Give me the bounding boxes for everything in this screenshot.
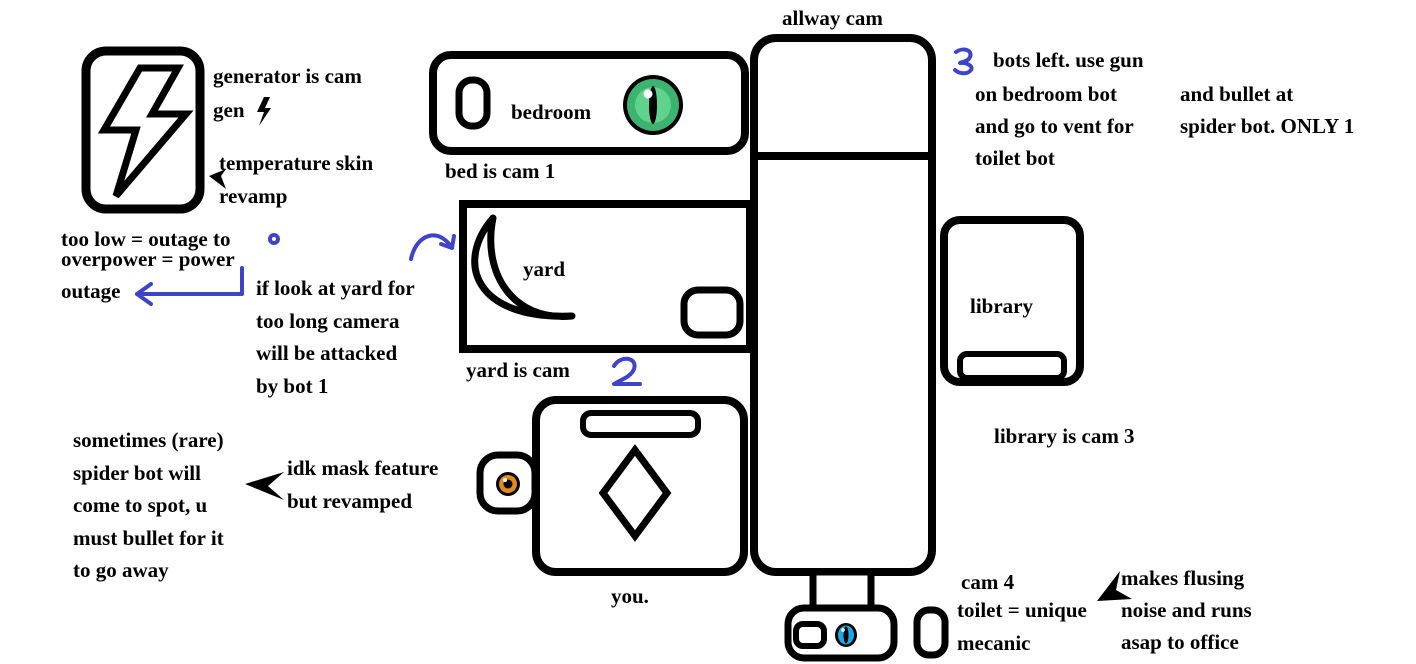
handwritten-three [953, 47, 974, 76]
yard-attack-note-2: too long camera [256, 309, 400, 333]
spider-note-5: to go away [73, 558, 169, 582]
handwritten-two [612, 356, 642, 386]
library-caption: library is cam 3 [994, 424, 1135, 448]
temperature-note-2: revamp [219, 184, 288, 208]
bullet-note-1: and bullet at [1180, 82, 1294, 106]
bedroom-door [455, 76, 491, 130]
yard-attack-note-1: if look at yard for [256, 276, 415, 300]
generator-note-1: generator is cam [213, 64, 362, 88]
bots-left-note-2: on bedroom bot [975, 82, 1117, 106]
generator-note-2: gen [213, 98, 245, 122]
mask-note-1: idk mask feature [287, 456, 439, 480]
cyan-eye-icon [835, 623, 857, 647]
curved-arrow-icon [409, 233, 456, 261]
spider-note-1: sometimes (rare) [73, 428, 224, 452]
yard-hatch [680, 286, 744, 339]
mask-note-2: but revamped [287, 489, 413, 513]
diagram-canvas: allway cam generator is cam gen temperat… [0, 0, 1416, 664]
library-label: library [970, 294, 1033, 318]
hallway-title: allway cam [782, 6, 883, 30]
green-eye-icon [623, 75, 683, 135]
toilet-note-3: mecanic [957, 631, 1031, 655]
yard-caption: yard is cam [466, 358, 570, 382]
overpower-note-2: outage [61, 279, 121, 303]
toilet-door [913, 606, 949, 659]
office-desk [580, 410, 701, 438]
flushing-note-2: noise and runs [1121, 598, 1252, 622]
yard-attack-note-3: will be attacked [256, 341, 398, 365]
library-shelf [957, 351, 1067, 381]
spider-note-3: come to spot, u [73, 493, 208, 517]
bedroom-caption: bed is cam 1 [445, 159, 556, 183]
small-circle-icon [268, 233, 280, 245]
bedroom-label: bedroom [511, 100, 592, 124]
small-bolt-icon [257, 97, 271, 126]
spider-note-4: must bullet for it [73, 526, 224, 550]
office-caption: you. [611, 584, 649, 608]
hallway-room [750, 34, 936, 576]
yard-label: yard [523, 257, 565, 281]
arrowhead-mask-icon [245, 472, 284, 500]
toilet-connector [809, 568, 875, 612]
spider-note-2: spider bot will [73, 461, 201, 485]
bots-left-note-3: and go to vent for [975, 114, 1134, 138]
temperature-note-1: temperature skin [219, 151, 374, 175]
flushing-note-3: asap to office [1121, 630, 1239, 654]
bullet-note-2: spider bot. ONLY 1 [1180, 114, 1355, 138]
toilet-note-2: toilet = unique [957, 598, 1087, 622]
overpower-note-1: overpower = power [61, 247, 235, 271]
yard-attack-note-4: by bot 1 [256, 374, 329, 398]
flushing-note-1: makes flusing [1121, 566, 1245, 590]
toilet-seat [793, 621, 827, 649]
bots-left-note-4: toilet bot [975, 146, 1055, 170]
orange-eye-icon [496, 472, 520, 496]
bots-left-note-1: bots left. use gun [993, 48, 1144, 72]
